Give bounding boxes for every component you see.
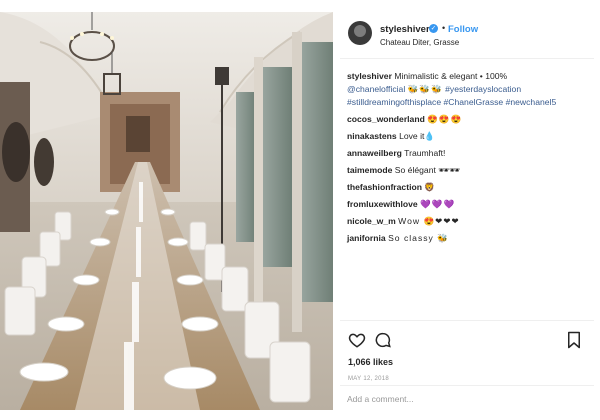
comment-username[interactable]: cocos_wonderland	[347, 114, 425, 124]
action-bar	[340, 320, 594, 349]
comment-username[interactable]: thefashionfraction	[347, 182, 422, 192]
follow-button[interactable]: Follow	[448, 24, 478, 35]
comment-username[interactable]: ninakastens	[347, 131, 397, 141]
comment-item: taimemode So élégant 🕶🕶	[347, 164, 591, 177]
comment-username[interactable]: taimemode	[347, 165, 392, 175]
comment-text: Wow 😍❤❤❤	[398, 216, 460, 226]
comment-item: thefashionfraction 🦁	[347, 181, 591, 194]
heart-icon[interactable]	[348, 331, 366, 349]
comments-list: styleshiver Minimalistic & elegant • 100…	[347, 70, 591, 249]
avatar[interactable]	[348, 21, 372, 45]
comment-text: Love it💧	[399, 131, 436, 141]
add-comment-input[interactable]	[347, 392, 577, 406]
comment-item: janifornia So classy 🐝	[347, 232, 591, 245]
comment-icon[interactable]	[374, 331, 392, 349]
comment-item: fromluxewithlove 💜💜💜	[347, 198, 591, 211]
likes-count[interactable]: 1,066 likes	[348, 357, 393, 367]
comment-text: So élégant 🕶🕶	[394, 165, 461, 175]
comment-text: 😍😍😍	[427, 114, 463, 124]
post-photo[interactable]	[0, 12, 333, 410]
comment-item: annaweilberg Traumhaft!	[347, 147, 591, 160]
comment-text: Traumhaft!	[404, 148, 446, 158]
comment-username[interactable]: fromluxewithlove	[347, 199, 418, 209]
instagram-post: styleshiver ✓ • Follow Chateau Diter, Gr…	[0, 0, 600, 420]
post-sidebar: styleshiver ✓ • Follow Chateau Diter, Gr…	[340, 12, 594, 410]
post-caption: styleshiver Minimalistic & elegant • 100…	[347, 70, 591, 109]
banquet-hall-image	[0, 12, 333, 410]
caption-text: Minimalistic & elegant • 100%	[394, 71, 508, 81]
caption-username[interactable]: styleshiver	[347, 71, 392, 81]
comment-text: 💜💜💜	[420, 199, 456, 209]
comment-text: So classy 🐝	[388, 233, 449, 243]
comment-item: nicole_w_m Wow 😍❤❤❤	[347, 215, 591, 228]
comment-item: cocos_wonderland 😍😍😍	[347, 113, 591, 126]
bookmark-icon[interactable]	[566, 331, 582, 349]
caption-mention[interactable]: @chanelofficial	[347, 84, 405, 94]
separator-dot: •	[442, 23, 446, 33]
verified-badge-icon: ✓	[429, 24, 438, 33]
comment-username[interactable]: annaweilberg	[347, 148, 402, 158]
post-header: styleshiver ✓ • Follow Chateau Diter, Gr…	[340, 12, 594, 59]
add-comment-bar	[340, 385, 594, 411]
post-location[interactable]: Chateau Diter, Grasse	[380, 38, 459, 47]
comment-username[interactable]: nicole_w_m	[347, 216, 396, 226]
comment-username[interactable]: janifornia	[347, 233, 386, 243]
comment-text: 🦁	[424, 182, 437, 192]
post-date: MAY 12, 2018	[348, 376, 390, 382]
post-username[interactable]: styleshiver	[380, 24, 430, 35]
caption-emoji: 🐝🐝🐝	[407, 84, 443, 94]
comment-item: ninakastens Love it💧	[347, 130, 591, 143]
